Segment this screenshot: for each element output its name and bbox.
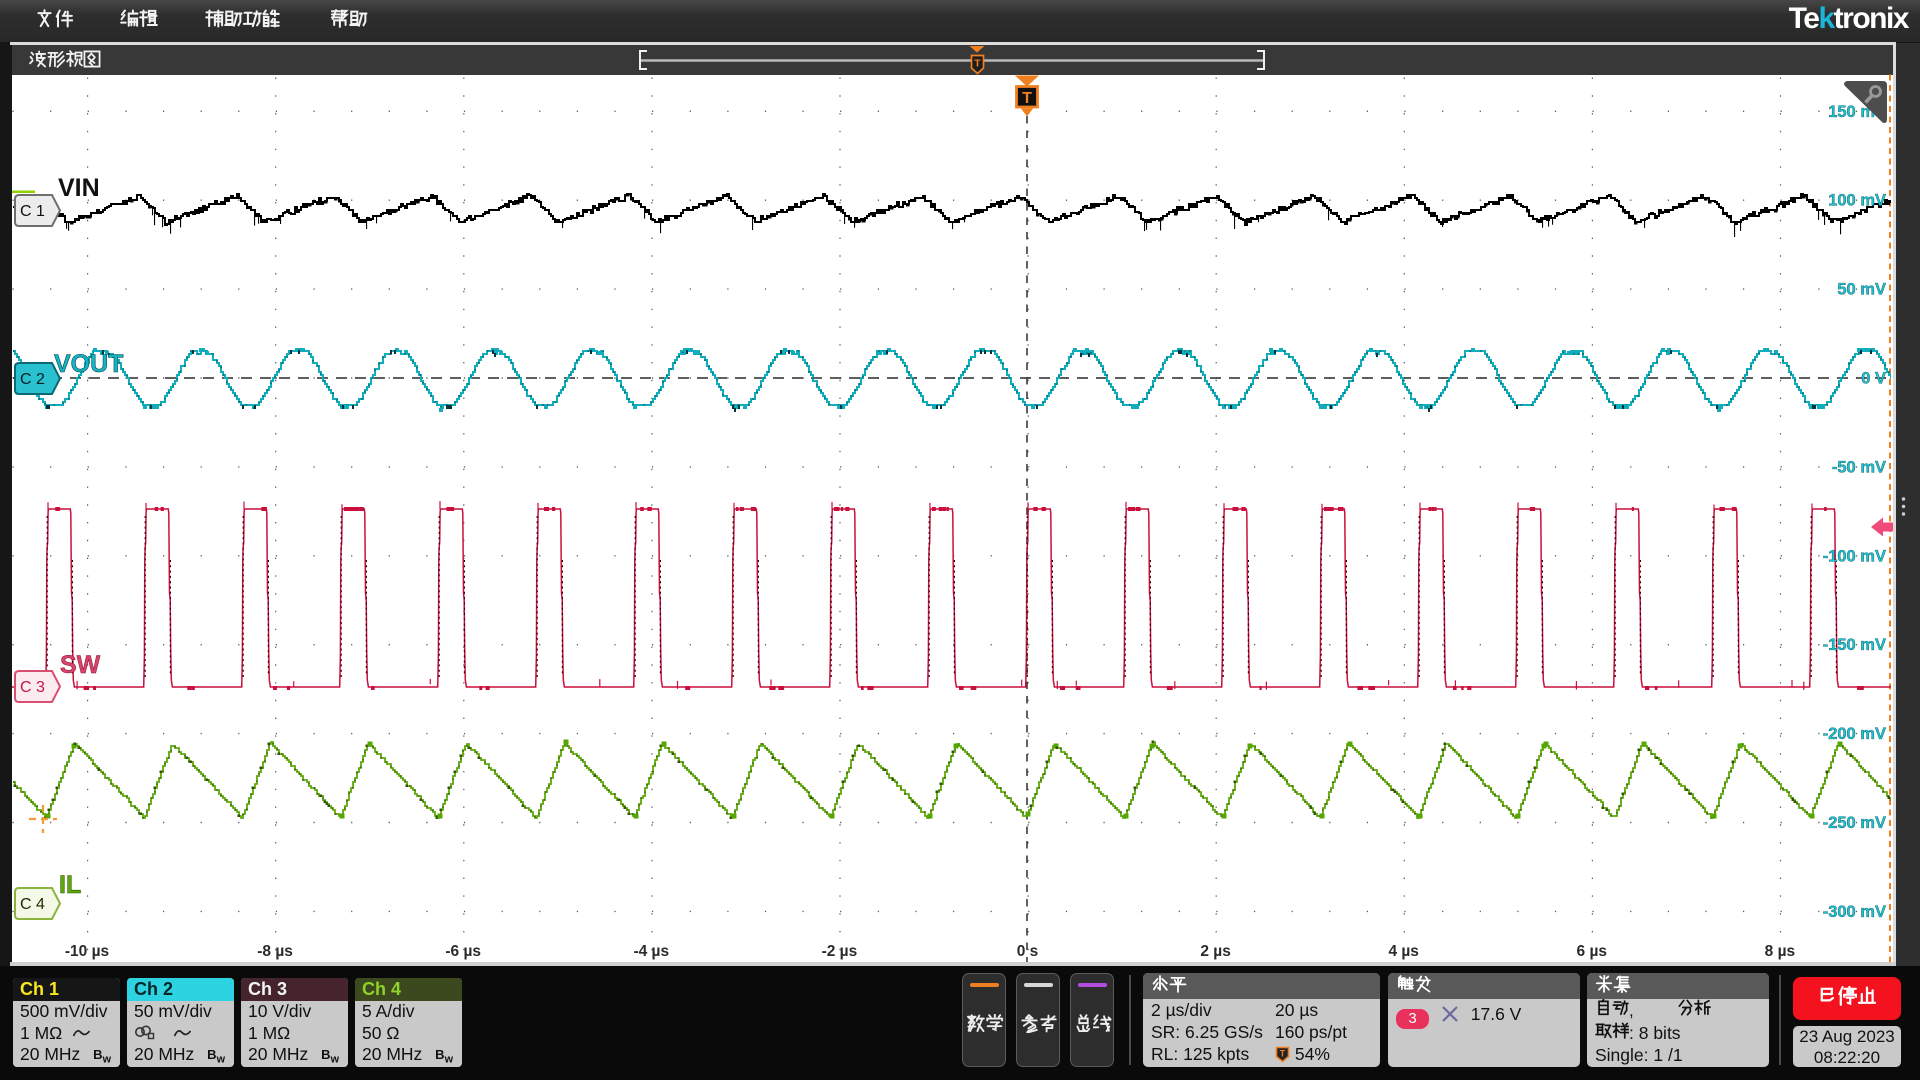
svg-text:C 1: C 1 — [20, 203, 45, 220]
svg-text:8 µs: 8 µs — [1765, 943, 1795, 960]
svg-text:-8 µs: -8 µs — [257, 943, 293, 960]
svg-text:-300 mV: -300 mV — [1823, 903, 1886, 921]
svg-text:6 µs: 6 µs — [1577, 943, 1607, 960]
svg-text:-4 µs: -4 µs — [633, 943, 669, 960]
svg-text:T: T — [1022, 90, 1032, 107]
svg-text:T: T — [974, 58, 981, 70]
svg-text:IL: IL — [59, 871, 81, 899]
svg-text:-6 µs: -6 µs — [445, 943, 481, 960]
svg-text:100 mV: 100 mV — [1828, 192, 1886, 210]
svg-text:-2 µs: -2 µs — [822, 943, 858, 960]
svg-text:50 mV: 50 mV — [1837, 281, 1886, 299]
svg-text:C 2: C 2 — [20, 371, 45, 388]
svg-text:-250 mV: -250 mV — [1823, 814, 1886, 832]
svg-text:-10 µs: -10 µs — [65, 943, 109, 960]
svg-text:-100 mV: -100 mV — [1823, 547, 1886, 565]
svg-text:C 3: C 3 — [20, 679, 45, 696]
svg-text:-50 mV: -50 mV — [1832, 458, 1886, 476]
svg-text:VOUT: VOUT — [54, 350, 123, 378]
svg-text:0 s: 0 s — [1017, 943, 1039, 960]
svg-text:-200 mV: -200 mV — [1823, 725, 1886, 743]
svg-text:0 V: 0 V — [1861, 370, 1886, 388]
svg-text:2 µs: 2 µs — [1200, 943, 1230, 960]
svg-text:4 µs: 4 µs — [1388, 943, 1418, 960]
svg-text:-150 mV: -150 mV — [1823, 636, 1886, 654]
svg-text:SW: SW — [60, 651, 101, 679]
svg-text:C 4: C 4 — [20, 896, 45, 913]
svg-text:VIN: VIN — [58, 174, 100, 202]
